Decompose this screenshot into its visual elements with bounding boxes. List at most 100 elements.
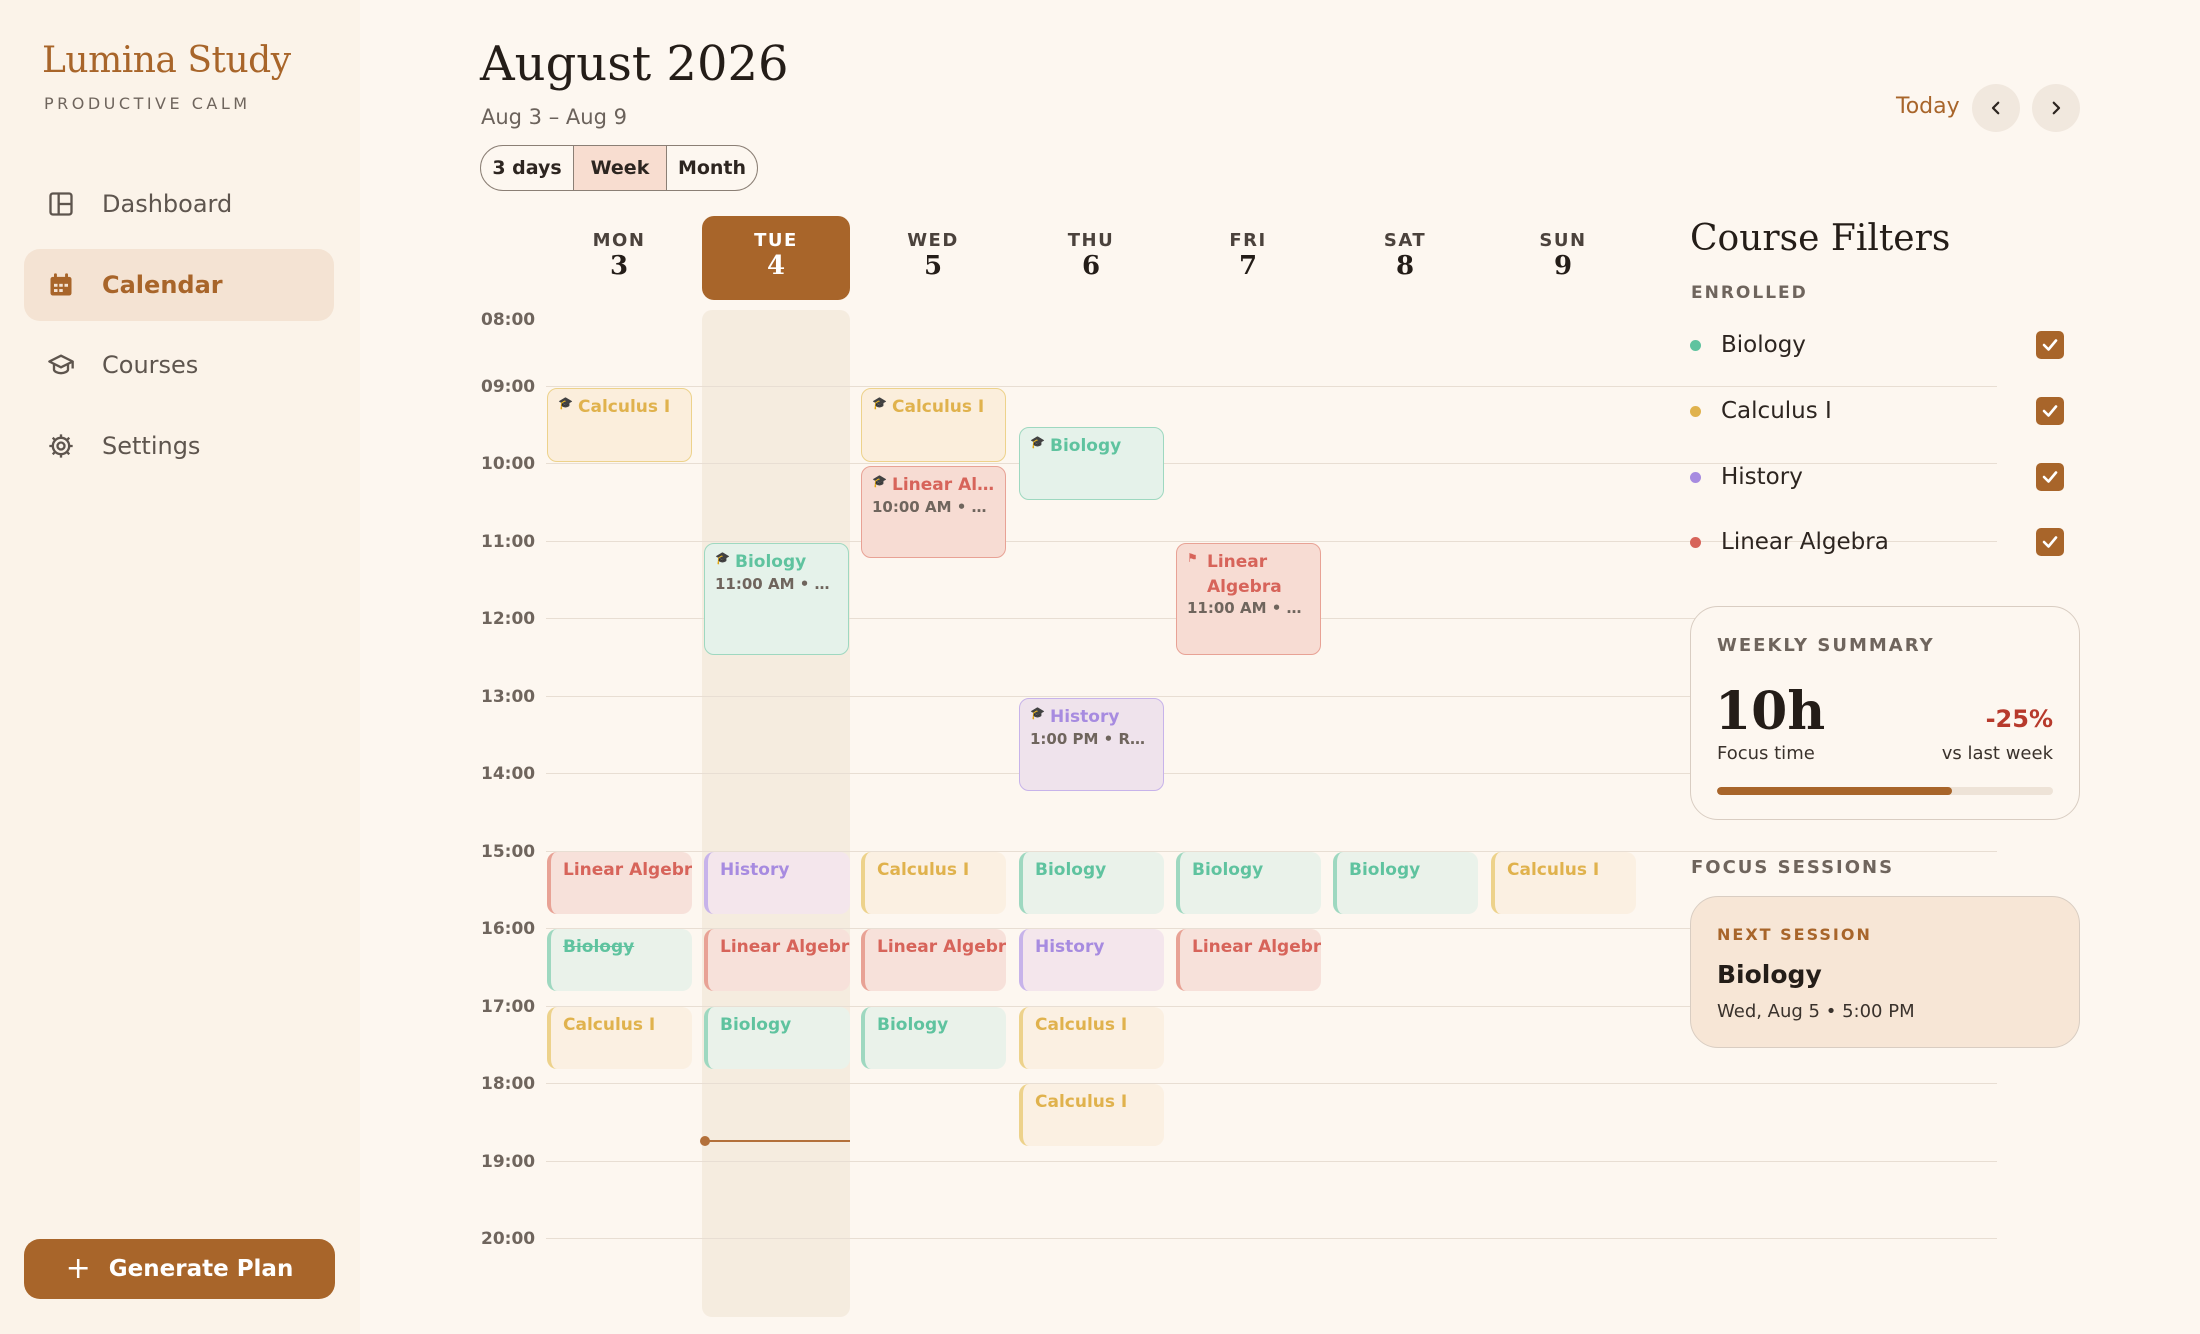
hour-label: 14:00 [481,764,536,784]
course-color-dot [1690,471,1701,483]
prev-week-button[interactable] [1972,84,2020,132]
course-color-dot [1690,339,1701,351]
event-title: Calculus I [578,397,671,417]
hour-label: 18:00 [481,1074,536,1094]
view-week[interactable]: Week [573,146,666,190]
next-session-card[interactable]: NEXT SESSION Biology Wed, Aug 5 • 5:00 P… [1690,896,2080,1048]
next-session-course: Biology [1717,960,1822,989]
event-title: Calculus I [892,397,985,417]
weekly-summary-card: WEEKLY SUMMARY 10h Focus time -25% vs la… [1690,606,2080,820]
event-title: Biology [735,552,807,572]
hour-label: 16:00 [481,919,536,939]
course-filter-biology[interactable]: Biology [1690,325,2064,365]
view-month[interactable]: Month [666,146,757,190]
course-name: Linear Algebra [1721,529,1889,555]
course-name: Biology [1721,332,1806,358]
view-3-days[interactable]: 3 days [481,146,573,190]
next-week-button[interactable] [2032,84,2080,132]
focus-time-label: Focus time [1717,743,1815,764]
day-header-fri[interactable]: FRI 7 [1174,216,1322,300]
event-card[interactable]: ⚑ Linear Algebra 11:00 AM • Onl... [1176,543,1321,655]
study-block-completed[interactable]: Biology [547,929,692,991]
study-block[interactable]: History [704,852,850,914]
graduation-cap-icon: 🎓 [1030,435,1045,449]
study-block[interactable]: Biology [1019,852,1164,914]
study-block[interactable]: Calculus I [861,852,1006,914]
day-name: SAT [1383,230,1427,251]
generate-plan-button[interactable]: + Generate Plan [24,1239,335,1299]
study-block[interactable]: Linear Algebra [547,852,692,914]
study-block[interactable]: Linear Algebra [704,929,850,991]
study-block[interactable]: Biology [1176,852,1321,914]
app: Lumina Study PRODUCTIVE CALM Dashboard C… [0,0,2200,1334]
course-filter-linear-algebra[interactable]: Linear Algebra [1690,522,2064,562]
day-header-sat[interactable]: SAT 8 [1331,216,1479,300]
weekly-change-label: vs last week [1941,743,2053,764]
hour-label: 17:00 [481,997,536,1017]
event-card[interactable]: 🎓 History 1:00 PM • Roo... [1019,698,1164,791]
course-filter-calculus[interactable]: Calculus I [1690,391,2064,431]
event-card[interactable]: 🎓 Calculus I [547,388,692,462]
study-block[interactable]: Linear Algebra [1176,929,1321,991]
course-name: Calculus I [1721,398,1832,424]
hour-label: 20:00 [481,1229,536,1249]
grid-line [546,386,1997,387]
day-header-mon[interactable]: MON 3 [545,216,693,300]
check-icon [2042,405,2058,417]
calendar-icon [46,270,76,300]
study-block[interactable]: Calculus I [1491,852,1636,914]
study-block[interactable]: Calculus I [1019,1084,1164,1146]
study-block[interactable]: Biology [704,1007,850,1069]
day-header-tue[interactable]: TUE 4 [702,216,850,300]
focus-progress-bar [1717,787,2053,795]
focus-progress-fill [1717,787,1953,795]
brand-subtitle: PRODUCTIVE CALM [44,94,251,113]
course-filter-history[interactable]: History [1690,457,2064,497]
study-block[interactable]: Calculus I [547,1007,692,1069]
enrolled-label: ENROLLED [1691,283,1808,303]
study-block[interactable]: Biology [861,1007,1006,1069]
event-card[interactable]: 🎓 Biology 11:00 AM • Lab... [704,543,849,655]
course-checkbox[interactable] [2036,331,2064,359]
sidebar-item-courses[interactable]: Courses [24,329,334,401]
current-time-dot [700,1136,710,1146]
day-header-thu[interactable]: THU 6 [1017,216,1165,300]
sidebar-item-dashboard[interactable]: Dashboard [24,168,334,240]
day-number: 4 [766,251,786,281]
grid-line [546,1083,1997,1084]
event-card[interactable]: 🎓 Calculus I [861,388,1006,462]
hour-label: 12:00 [481,609,536,629]
flag-icon: ⚑ [1187,551,1198,565]
focus-hours: 10h [1715,681,1826,742]
study-block[interactable]: History [1019,929,1164,991]
sidebar-item-calendar[interactable]: Calendar [24,249,334,321]
event-title: Linear Algebra [1207,552,1282,597]
event-card[interactable]: 🎓 Linear Alg... 10:00 AM • Roo... [861,466,1006,558]
sidebar: Lumina Study PRODUCTIVE CALM Dashboard C… [0,0,360,1334]
event-card[interactable]: 🎓 Biology [1019,427,1164,500]
course-color-dot [1690,536,1701,548]
page-title: August 2026 [480,36,789,92]
study-block[interactable]: Calculus I [1019,1007,1164,1069]
course-checkbox[interactable] [2036,528,2064,556]
sidebar-item-settings[interactable]: Settings [24,410,334,482]
graduation-cap-icon: 🎓 [872,474,887,488]
day-number: 9 [1553,251,1573,281]
day-name: FRI [1229,230,1267,251]
day-number: 8 [1395,251,1415,281]
course-checkbox[interactable] [2036,463,2064,491]
study-block[interactable]: Biology [1333,852,1478,914]
hour-label: 08:00 [481,310,536,330]
today-button[interactable]: Today [1896,94,1960,119]
day-number: 6 [1081,251,1101,281]
study-block[interactable]: Linear Algebra [861,929,1006,991]
day-header-sun[interactable]: SUN 9 [1489,216,1637,300]
event-title: History [1050,707,1120,727]
course-name: History [1721,464,1803,490]
graduation-cap-icon: 🎓 [715,551,730,565]
course-checkbox[interactable] [2036,397,2064,425]
plus-icon: + [65,1251,91,1286]
day-header-wed[interactable]: WED 5 [859,216,1007,300]
day-number: 3 [609,251,629,281]
focus-sessions-label: FOCUS SESSIONS [1691,857,1895,878]
